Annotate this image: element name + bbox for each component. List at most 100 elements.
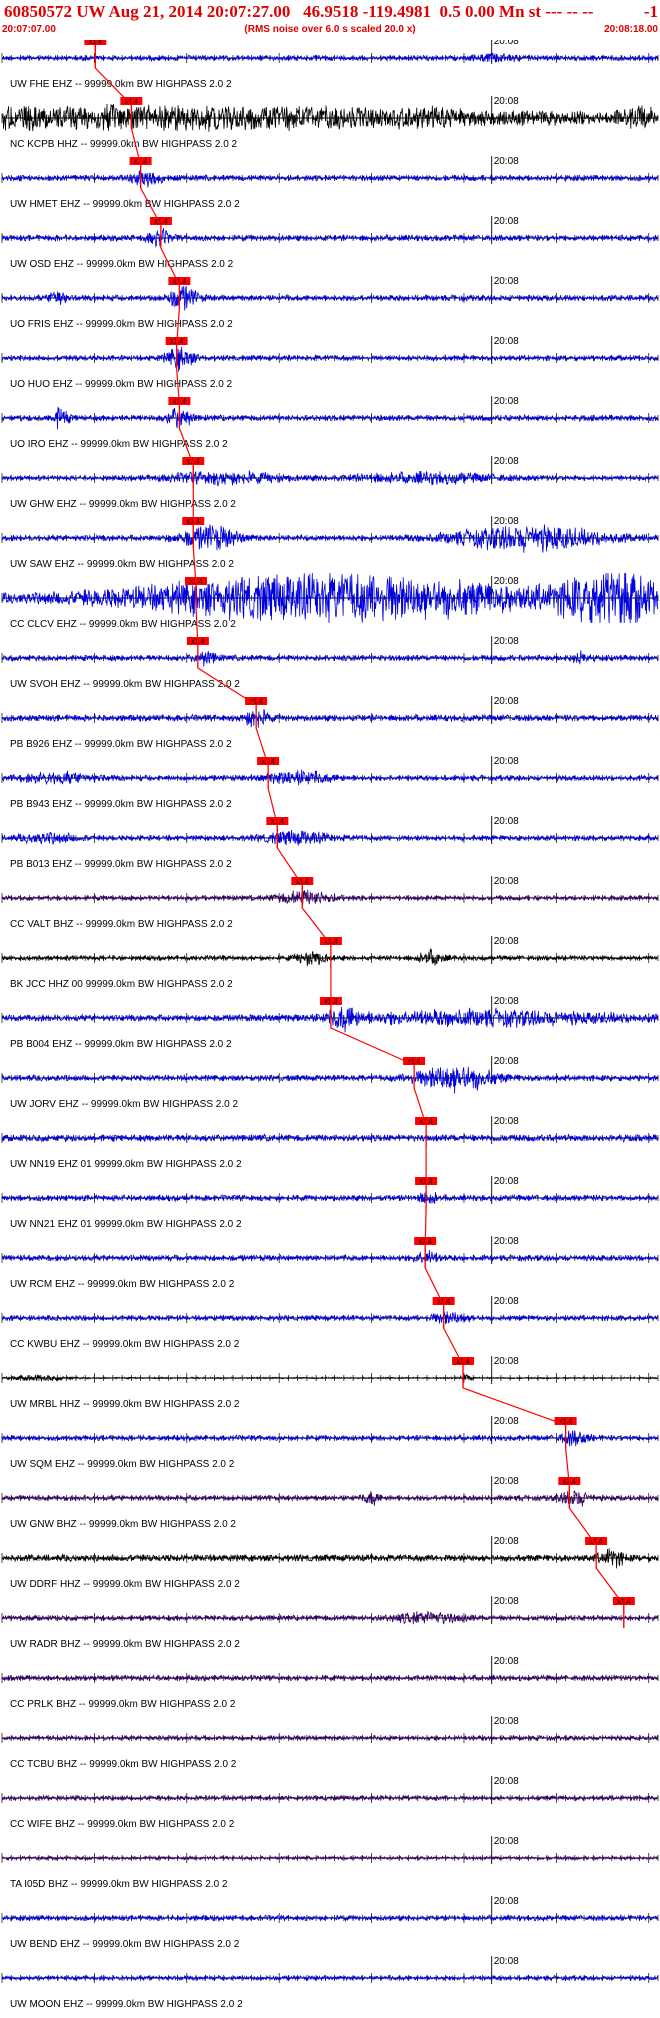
trace: 20:08 CC KWBU EHZ -- 99999.0km BW HIGHPAS… xyxy=(1,1296,659,1350)
trace: 20:08 UO HUO EHZ -- 99999.0km BW HIGHPASS… xyxy=(1,336,659,390)
trace-label: UO HUO EHZ -- 99999.0km BW HIGHPASS 2.0 … xyxy=(10,379,233,390)
waveform xyxy=(1,889,659,905)
trace: 20:08 UO FRIS EHZ -- 99999.0km BW HIGHPAS… xyxy=(1,276,659,330)
minute-label: 20:08 xyxy=(494,1356,519,1367)
waveform xyxy=(1,406,659,430)
trace-label: UW OSD EHZ -- 99999.0km BW HIGHPASS 2.0 … xyxy=(10,259,234,270)
trace-label: CC WIFE BHZ -- 99999.0km BW HIGHPASS 2.0… xyxy=(10,1819,235,1830)
trace: 20:08 CC TCBU BHZ -- 99999.0km BW HIGHPAS… xyxy=(1,1716,659,1770)
waveform xyxy=(1,1974,659,1982)
minute-label: 20:08 xyxy=(494,1716,519,1727)
minute-label: 20:08 xyxy=(494,936,519,947)
trace-label: CC PRLK BHZ -- 99999.0km BW HIGHPASS 2.0… xyxy=(10,1699,236,1710)
trace: 20:08 TA I05D BHZ -- 99999.0km BW HIGHPAS… xyxy=(1,1836,659,1890)
trace: 20:08 NC KCPB HHZ -- 99999.0km BW HIGHPAS… xyxy=(1,96,659,150)
minute-label: 20:08 xyxy=(494,576,519,587)
trace-label: UW RADR BHZ -- 99999.0km BW HIGHPASS 2.0… xyxy=(10,1639,240,1650)
event-title-suffix: -1 xyxy=(643,2,658,21)
rms-note: (RMS noise over 6.0 s scaled 20.0 x) xyxy=(244,24,416,35)
trace-label: UW SAW EHZ -- 99999.0km BW HIGHPASS 2.0 … xyxy=(10,559,234,570)
trace: 20:08 UO IRO EHZ -- 99999.0km BW HIGHPASS… xyxy=(1,396,659,450)
event-title: 60850572 UW Aug 21, 2014 20:07:27.00 46.… xyxy=(4,2,594,21)
trace-label: UW NN19 EHZ 01 99999.0km BW HIGHPASS 2.0… xyxy=(10,1159,242,1170)
minute-label: 20:08 xyxy=(494,1536,519,1547)
trace: 20:08 PB B013 EHZ -- 99999.0km BW HIGHPAS… xyxy=(1,816,659,870)
trace: 20:08 UW NN19 EHZ 01 99999.0km BW HIGHPAS… xyxy=(1,1116,659,1170)
trace-label: UW JORV EHZ -- 99999.0km BW HIGHPASS 2.0… xyxy=(10,1099,238,1110)
waveform xyxy=(1,948,659,967)
trace: 20:08 PB B926 EHZ -- 99999.0km BW HIGHPAS… xyxy=(1,696,659,750)
minute-label: 20:08 xyxy=(494,636,519,647)
minute-label: 20:08 xyxy=(494,1776,519,1787)
minute-label: 20:08 xyxy=(494,1236,519,1247)
waveform xyxy=(1,1373,659,1382)
minute-label: 20:08 xyxy=(494,516,519,527)
minute-label: 20:08 xyxy=(494,1416,519,1427)
minute-label: 20:08 xyxy=(494,276,519,287)
minute-label: 20:08 xyxy=(494,1056,519,1067)
minute-label: 20:08 xyxy=(494,1296,519,1307)
minute-label: 20:08 xyxy=(494,40,519,47)
trace-label: NC KCPB HHZ -- 99999.0km BW HIGHPASS 2.0… xyxy=(10,139,238,150)
waveform xyxy=(1,1192,659,1204)
trace: 20:08 UW HMET EHZ -- 99999.0km BW HIGHPAS… xyxy=(1,156,659,210)
minute-label: 20:08 xyxy=(494,96,519,107)
minute-label: 20:08 xyxy=(494,336,519,347)
minute-label: 20:08 xyxy=(494,456,519,467)
trace-label: PB B926 EHZ -- 99999.0km BW HIGHPASS 2.0… xyxy=(10,739,232,750)
waveform xyxy=(1,1854,659,1862)
trace: 20:08 UW SAW EHZ -- 99999.0km BW HIGHPASS… xyxy=(1,516,659,570)
trace: 20:08 UW BEND EHZ -- 99999.0km BW HIGHPAS… xyxy=(1,1896,659,1950)
waveform xyxy=(1,650,659,667)
minute-label: 20:08 xyxy=(494,1596,519,1607)
waveform xyxy=(1,103,659,132)
minute-label: 20:08 xyxy=(494,1476,519,1487)
trace: 20:08 CC WIFE BHZ -- 99999.0km BW HIGHPAS… xyxy=(1,1776,659,1830)
minute-label: 20:08 xyxy=(494,996,519,1007)
trace: 20:08 UW GNW BHZ -- 99999.0km BW HIGHPASS… xyxy=(1,1476,659,1530)
end-time: 20:08:18.00 xyxy=(604,24,658,35)
trace-label: UO IRO EHZ -- 99999.0km BW HIGHPASS 2.0 … xyxy=(10,439,228,450)
trace-label: CC VALT BHZ -- 99999.0km BW HIGHPASS 2.0… xyxy=(10,919,233,930)
trace: 20:08 PB B943 EHZ -- 99999.0km BW HIGHPAS… xyxy=(1,756,659,810)
waveform xyxy=(1,1250,659,1264)
minute-label: 20:08 xyxy=(494,816,519,827)
trace-label: UW BEND EHZ -- 99999.0km BW HIGHPASS 2.0… xyxy=(10,1939,240,1950)
trace-label: BK JCC HHZ 00 99999.0km BW HIGHPASS 2.0 … xyxy=(10,979,233,990)
waveform xyxy=(1,1066,659,1094)
waveform xyxy=(1,1006,659,1033)
minute-label: 20:08 xyxy=(494,1116,519,1127)
pick-label: x1.4 xyxy=(89,40,102,46)
waveform xyxy=(1,1490,659,1507)
trace-label: CC KWBU EHZ -- 99999.0km BW HIGHPASS 2.0… xyxy=(10,1339,240,1350)
seismogram-plot: 20:08 UW FHE EHZ -- 99999.0km BW HIGHPASS… xyxy=(1,40,659,2010)
trace-label: UW SQM EHZ -- 99999.0km BW HIGHPASS 2.0 … xyxy=(10,1459,235,1470)
trace: 20:08 UW SQM EHZ -- 99999.0km BW HIGHPASS… xyxy=(1,1416,659,1470)
trace-label: UW HMET EHZ -- 99999.0km BW HIGHPASS 2.0… xyxy=(10,199,240,210)
trace-label: TA I05D BHZ -- 99999.0km BW HIGHPASS 2.0… xyxy=(10,1879,228,1890)
trace-label: CC CLCV EHZ -- 99999.0km BW HIGHPASS 2.0… xyxy=(10,619,236,630)
trace: 20:08 UW JORV EHZ -- 99999.0km BW HIGHPAS… xyxy=(1,1056,659,1110)
trace: 20:08 UW SVOH EHZ -- 99999.0km BW HIGHPAS… xyxy=(1,636,659,690)
trace-label: PB B004 EHZ -- 99999.0km BW HIGHPASS 2.0… xyxy=(10,1039,232,1050)
trace: 20:08 UW RADR BHZ -- 99999.0km BW HIGHPAS… xyxy=(1,1596,659,1650)
trace-label: UW FHE EHZ -- 99999.0km BW HIGHPASS 2.0 … xyxy=(10,79,232,90)
trace: 20:08 UW FHE EHZ -- 99999.0km BW HIGHPASS… xyxy=(1,40,659,90)
waveform xyxy=(1,829,659,846)
minute-label: 20:08 xyxy=(494,1836,519,1847)
trace-label: UW NN21 EHZ 01 99999.0km BW HIGHPASS 2.0… xyxy=(10,1219,242,1230)
trace: 20:08 UW DDRF HHZ -- 99999.0km BW HIGHPAS… xyxy=(1,1536,659,1590)
waveform xyxy=(1,170,659,188)
trace-label: PB B013 EHZ -- 99999.0km BW HIGHPASS 2.0… xyxy=(10,859,232,870)
trace-label: UW DDRF HHZ -- 99999.0km BW HIGHPASS 2.0… xyxy=(10,1579,240,1590)
waveform xyxy=(1,524,659,553)
waveform xyxy=(1,1133,659,1144)
trace: 20:08 CC PRLK BHZ -- 99999.0km BW HIGHPAS… xyxy=(1,1656,659,1710)
trace-label: CC TCBU BHZ -- 99999.0km BW HIGHPASS 2.0… xyxy=(10,1759,237,1770)
trace-label: UW GHW EHZ -- 99999.0km BW HIGHPASS 2.0 … xyxy=(10,499,236,510)
trace-label: UW RCM EHZ -- 99999.0km BW HIGHPASS 2.0 … xyxy=(10,1279,235,1290)
minute-label: 20:08 xyxy=(494,216,519,227)
trace: 20:08 PB B004 EHZ -- 99999.0km BW HIGHPAS… xyxy=(1,996,659,1050)
waveform xyxy=(1,346,659,372)
trace: 20:08 CC CLCV EHZ -- 99999.0km BW HIGHPAS… xyxy=(1,572,659,630)
